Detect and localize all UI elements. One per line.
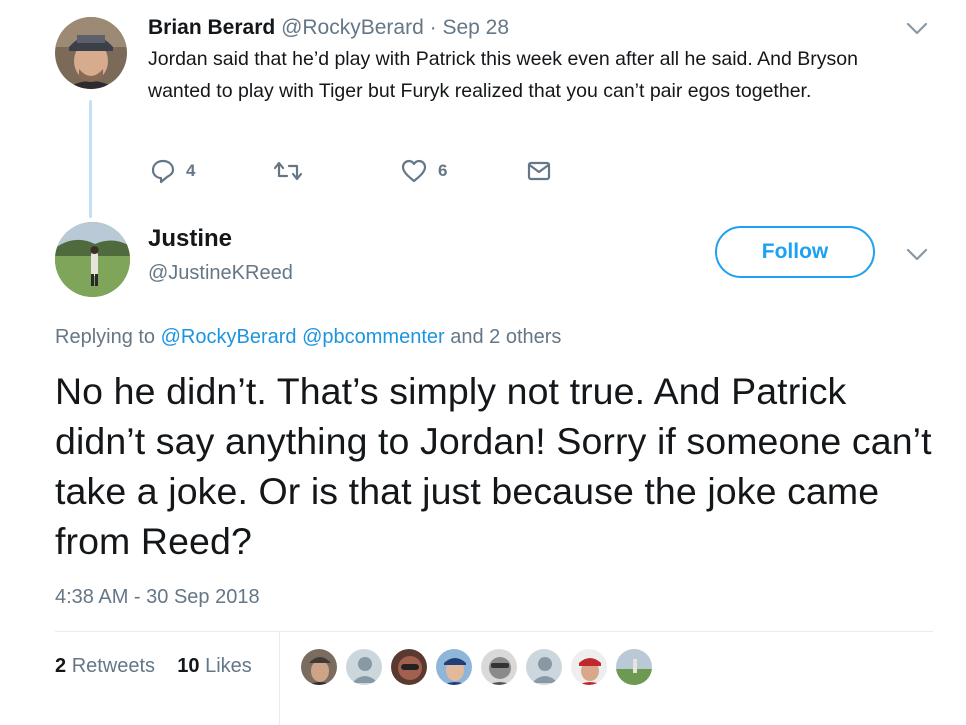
- heart-icon: [401, 159, 427, 183]
- mention-link[interactable]: @RockyBerard: [161, 326, 297, 348]
- thread-connector-line: [89, 100, 92, 218]
- liker-avatar-default[interactable]: [525, 648, 563, 686]
- liker-avatar[interactable]: [390, 648, 428, 686]
- author-name[interactable]: Justine: [148, 224, 232, 254]
- stats-divider: [279, 632, 280, 725]
- follow-button[interactable]: Follow: [715, 226, 875, 278]
- author-handle[interactable]: @RockyBerard: [281, 16, 424, 39]
- author-handle[interactable]: @JustineKReed: [148, 259, 293, 287]
- direct-message-button[interactable]: [526, 156, 552, 186]
- avatar-image-brian: [55, 17, 127, 89]
- replying-prefix: Replying to: [55, 326, 156, 348]
- header-separator: ·: [429, 16, 437, 39]
- tweet-timestamp[interactable]: 4:38 AM - 30 Sep 2018: [55, 583, 260, 611]
- reply-count: 4: [186, 161, 196, 180]
- tweet-text: Jordan said that he’d play with Patrick …: [148, 48, 858, 102]
- replying-to: Replying to @RockyBerard @pbcommenter an…: [55, 323, 561, 351]
- chevron-down-icon[interactable]: [906, 22, 928, 41]
- mention-link[interactable]: @pbcommenter: [302, 326, 445, 348]
- retweet-icon: [273, 161, 303, 181]
- tweet-header: Brian Berard @RockyBerard · Sep 28: [148, 14, 509, 42]
- tweet-text: No he didn’t. That’s simply not true. An…: [55, 370, 932, 562]
- retweets-stat[interactable]: 2 Retweets: [55, 655, 155, 677]
- avatar-image-justine: [55, 222, 130, 297]
- tweet-stats: 2 Retweets 10 Likes: [55, 652, 252, 680]
- like-button[interactable]: 6: [400, 156, 447, 186]
- liker-avatar[interactable]: [435, 648, 473, 686]
- liker-avatar[interactable]: [480, 648, 518, 686]
- replying-others-link[interactable]: and 2 others: [450, 326, 561, 348]
- reply-icon: [151, 159, 175, 184]
- divider: [55, 631, 933, 632]
- avatar[interactable]: [55, 222, 130, 297]
- author-name[interactable]: Brian Berard: [148, 16, 275, 39]
- reply-button[interactable]: 4: [150, 156, 195, 186]
- retweets-count: 2: [55, 655, 67, 677]
- retweet-button[interactable]: [272, 156, 314, 186]
- likes-count: 10: [177, 655, 200, 677]
- likes-stat[interactable]: 10 Likes: [177, 655, 252, 677]
- like-count: 6: [438, 161, 448, 180]
- liker-avatar[interactable]: [615, 648, 653, 686]
- avatar[interactable]: [55, 17, 127, 89]
- chevron-down-icon[interactable]: [906, 248, 928, 267]
- liker-avatar[interactable]: [300, 648, 338, 686]
- tweet-date[interactable]: Sep 28: [442, 16, 509, 39]
- likes-label: Likes: [205, 655, 252, 677]
- liker-avatar[interactable]: [570, 648, 608, 686]
- retweets-label: Retweets: [71, 655, 156, 677]
- mail-icon: [527, 161, 551, 181]
- liker-avatar-default[interactable]: [345, 648, 383, 686]
